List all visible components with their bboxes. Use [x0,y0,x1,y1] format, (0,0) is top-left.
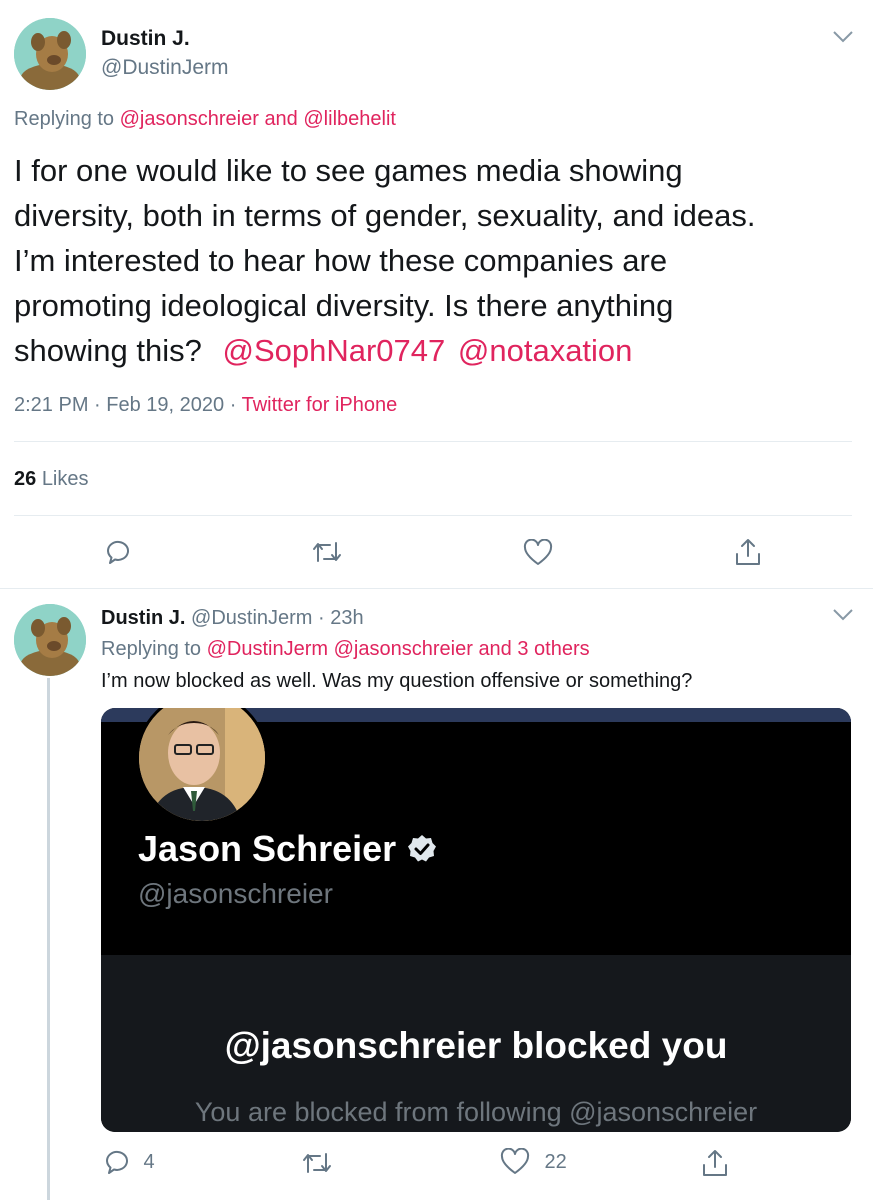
mention-link[interactable]: @jasonschreier [334,638,473,660]
replying-to-line: Replying to @jasonschreier and @lilbehel… [14,108,396,131]
tweet-meta: 2:21 PM · Feb 19, 2020 · Twitter for iPh… [14,394,397,417]
tweet-body-line: promoting ideological diversity. Is ther… [14,288,674,323]
retweet-icon[interactable] [311,539,343,565]
share-icon[interactable] [701,1148,729,1178]
user-handle[interactable]: @DustinJerm [101,56,229,80]
tweet-body-line: I for one would like to see games media … [14,153,683,188]
like-action[interactable]: 22 [500,1147,567,1176]
retweet-icon[interactable] [301,1150,333,1176]
mention-link[interactable]: @jasonschreier [120,108,259,130]
divider [0,588,873,589]
tweet-body-line: showing this? @SophNar0747 @notaxation [14,328,756,373]
tweet-body: I’m now blocked as well. Was my question… [101,670,693,692]
blocked-panel: @jasonschreier blocked you You are block… [101,955,851,1132]
divider [14,441,852,442]
likes-stat[interactable]: 26 Likes [14,468,89,491]
likes-count: 26 [14,468,37,490]
chevron-down-icon[interactable] [832,608,854,622]
like-count: 22 [544,1150,567,1173]
tweet-body-line: diversity, both in terms of gender, sexu… [14,198,756,233]
meta-separator: · [229,394,237,416]
tweet-time[interactable]: 2:21 PM [14,394,88,416]
mention-link[interactable]: @DustinJerm [207,638,328,660]
reply-header: Dustin J. @DustinJerm · 23h [101,607,364,630]
tweet-age[interactable]: 23h [330,607,363,629]
reply-count: 4 [143,1150,155,1173]
blocked-subtitle: You are blocked from following @jasonsch… [194,1097,758,1127]
like-icon[interactable] [500,1147,530,1176]
like-icon[interactable] [523,539,553,567]
avatar[interactable] [14,18,86,90]
user-handle[interactable]: @DustinJerm [191,607,312,629]
mention-link[interactable]: @notaxation [458,333,633,368]
meta-separator: · [318,607,325,629]
tweet-body-text: showing this? [14,333,202,368]
replying-prefix: Replying to [101,638,202,660]
replying-to-line: Replying to @DustinJerm @jasonschreier a… [101,638,590,661]
mention-link[interactable]: @lilbehelit [303,108,396,130]
tweet-media[interactable]: Jason Schreier @jasonschreier @jasonschr… [101,708,851,1132]
thread-line [47,678,50,1200]
chevron-down-icon[interactable] [832,30,854,44]
share-icon[interactable] [734,537,762,567]
tweet-date[interactable]: Feb 19, 2020 [106,394,224,416]
tweet-body: I for one would like to see games media … [14,148,756,373]
tweet-body-line: I’m interested to hear how these compani… [14,243,668,278]
reply-action[interactable]: 4 [103,1148,155,1176]
profile-name: Jason Schreier [138,828,397,869]
profile-handle: @jasonschreier [138,878,333,909]
avatar[interactable] [14,604,86,676]
reply-icon[interactable] [104,538,132,566]
mention-link[interactable]: @SophNar0747 [222,333,445,368]
blocked-title: @jasonschreier blocked you [224,1025,728,1066]
replying-and[interactable]: and [264,108,297,130]
tweet-source[interactable]: Twitter for iPhone [242,394,398,416]
verified-badge-icon [407,835,436,862]
display-name[interactable]: Dustin J. [101,607,185,629]
profile-photo [136,708,268,824]
others-link[interactable]: and 3 others [478,638,589,660]
meta-separator: · [94,394,101,416]
likes-label: Likes [41,468,89,490]
divider [14,515,852,516]
replying-prefix: Replying to [14,108,115,130]
profile-name-row: Jason Schreier [138,828,437,870]
display-name[interactable]: Dustin J. [101,27,190,51]
reply-icon[interactable] [103,1148,131,1176]
